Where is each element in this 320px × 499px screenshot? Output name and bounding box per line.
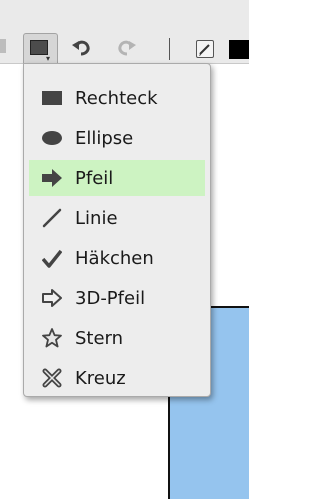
toolbar-edge (0, 39, 6, 53)
pen-icon[interactable] (196, 40, 214, 58)
shape-menu: Rechteck Ellipse Pfeil Linie Häkchen 3D-… (23, 63, 211, 397)
menu-item-label: Linie (75, 207, 118, 229)
checkmark-icon (42, 248, 62, 268)
menu-item-ellipse[interactable]: Ellipse (29, 120, 205, 156)
rectangle-icon (30, 40, 48, 55)
menu-item-kreuz[interactable]: Kreuz (29, 360, 205, 396)
3d-arrow-icon (42, 288, 62, 308)
menu-item-label: Rechteck (75, 87, 158, 109)
menu-item-label: Kreuz (75, 367, 126, 389)
shape-picker-button[interactable]: ▾ (23, 33, 58, 63)
menu-item-rechteck[interactable]: Rechteck (29, 80, 205, 116)
toolbar: ▾ (0, 0, 249, 64)
menu-item-stern[interactable]: Stern (29, 320, 205, 356)
undo-icon[interactable] (70, 35, 94, 59)
ellipse-icon (42, 128, 62, 148)
menu-item-label: Pfeil (75, 167, 114, 189)
cross-icon (42, 368, 62, 388)
line-icon (42, 208, 62, 228)
menu-item-label: Stern (75, 327, 124, 349)
menu-item-haekchen[interactable]: Häkchen (29, 240, 205, 276)
toolbar-separator (169, 38, 170, 60)
color-swatch[interactable] (229, 40, 249, 59)
chevron-down-icon: ▾ (46, 54, 51, 63)
menu-item-label: Häkchen (75, 247, 154, 269)
menu-item-linie[interactable]: Linie (29, 200, 205, 236)
arrow-icon (42, 168, 62, 188)
menu-item-label: 3D-Pfeil (75, 287, 146, 309)
menu-item-pfeil[interactable]: Pfeil (29, 160, 205, 196)
redo-icon[interactable] (114, 35, 138, 59)
star-icon (42, 328, 62, 348)
rectangle-icon (42, 88, 62, 108)
menu-item-3d-pfeil[interactable]: 3D-Pfeil (29, 280, 205, 316)
menu-item-label: Ellipse (75, 127, 134, 149)
